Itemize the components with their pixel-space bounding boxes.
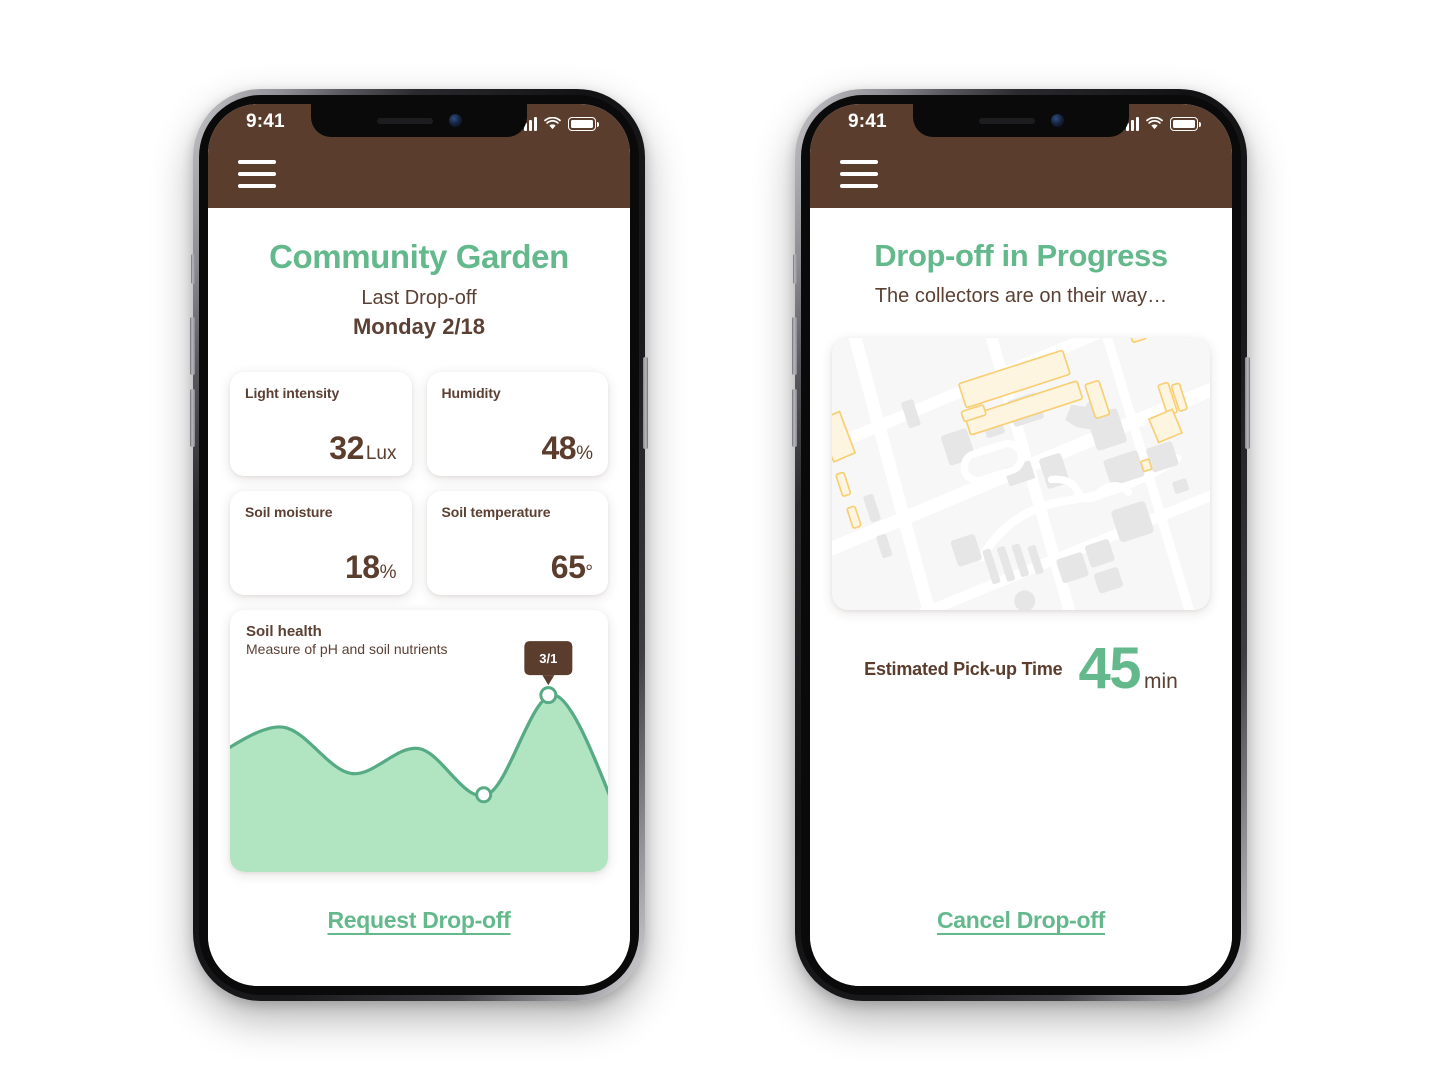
stat-unit: ° (585, 562, 593, 583)
chart-subtitle: Measure of pH and soil nutrients (246, 641, 448, 657)
page-title: Drop-off in Progress (874, 238, 1168, 273)
map-graphic (832, 338, 1210, 610)
phone-community-garden: 9:41 Community Garden Last Drop-off Mond… (190, 89, 648, 1001)
screen-content: Drop-off in Progress The collectors are … (810, 208, 1232, 986)
power-button[interactable] (643, 357, 648, 449)
stat-number: 18 (345, 549, 380, 585)
stat-unit: % (379, 562, 397, 583)
eta-number: 45 (1078, 636, 1141, 701)
volume-down-button[interactable] (190, 389, 195, 447)
last-dropoff-label: Last Drop-off (361, 287, 477, 309)
eta-value: 45 min (1078, 640, 1177, 698)
stat-number: 32 (329, 430, 364, 466)
stat-card-soil-moisture[interactable]: Soil moisture 18% (230, 491, 412, 595)
device-notch (311, 104, 527, 137)
stat-card-soil-temperature[interactable]: Soil temperature 65° (426, 491, 608, 595)
status-time: 9:41 (848, 111, 887, 132)
hamburger-menu-icon[interactable] (840, 160, 878, 188)
wifi-icon (1146, 117, 1163, 130)
chart-data-point-valley[interactable] (475, 786, 493, 804)
status-icons (519, 113, 599, 131)
power-button[interactable] (1245, 357, 1250, 449)
route-map[interactable] (832, 338, 1210, 610)
stat-number: 48 (541, 430, 577, 466)
stat-card-humidity[interactable]: Humidity 48% (426, 372, 608, 476)
status-icons (1121, 113, 1201, 131)
stat-label: Soil moisture (245, 504, 333, 520)
stat-label: Light intensity (245, 385, 340, 401)
screen-content: Community Garden Last Drop-off Monday 2/… (208, 208, 630, 986)
page-title: Community Garden (269, 238, 569, 275)
cta-area: Request Drop-off (230, 907, 608, 986)
stat-value: 65° (442, 549, 593, 585)
front-camera-icon (448, 114, 462, 127)
chart-title: Soil health (246, 623, 322, 640)
phone-screen: 9:41 Community Garden Last Drop-off Mond… (208, 104, 630, 986)
stat-unit: % (576, 443, 593, 464)
hamburger-menu-icon[interactable] (238, 160, 276, 188)
eta-row: Estimated Pick-up Time 45 min (832, 640, 1210, 698)
stat-value: 18% (245, 551, 397, 583)
stat-label: Humidity (441, 385, 501, 401)
phone-screen: 9:41 Drop-off in Progress The collectors… (810, 104, 1232, 986)
chart-data-point-peak[interactable] (539, 686, 558, 705)
soil-health-chart-card[interactable]: Soil health Measure of pH and soil nutri… (230, 610, 608, 872)
phone-dropoff-progress: 9:41 Drop-off in Progress The collectors… (792, 89, 1250, 1001)
eta-label: Estimated Pick-up Time (864, 658, 1063, 679)
stat-value: 32 Lux (245, 430, 397, 466)
battery-icon (568, 117, 599, 131)
stat-number: 65 (550, 549, 586, 585)
earpiece-speaker (376, 117, 433, 124)
volume-up-button[interactable] (792, 317, 797, 375)
device-notch (913, 104, 1129, 137)
chart-header: Soil health Measure of pH and soil nutri… (246, 623, 448, 657)
volume-down-button[interactable] (792, 389, 797, 447)
battery-icon (1170, 117, 1201, 131)
status-time: 9:41 (246, 111, 285, 132)
front-camera-icon (1050, 114, 1064, 127)
stat-unit: Lux (365, 443, 397, 464)
stat-label: Soil temperature (441, 504, 551, 520)
cta-area: Cancel Drop-off (832, 907, 1210, 986)
last-dropoff-date: Monday 2/18 (352, 314, 486, 339)
silent-switch-button[interactable] (793, 254, 797, 284)
cancel-dropoff-link[interactable]: Cancel Drop-off (937, 907, 1105, 934)
eta-unit: min (1144, 670, 1178, 693)
earpiece-speaker (978, 117, 1035, 124)
volume-up-button[interactable] (190, 317, 195, 375)
request-dropoff-link[interactable]: Request Drop-off (327, 907, 510, 934)
chart-tooltip: 3/1 (524, 641, 573, 686)
stat-value: 48% (442, 432, 594, 464)
chart-tooltip-label: 3/1 (539, 651, 557, 666)
phone-mockup-stage: 9:41 Community Garden Last Drop-off Mond… (0, 0, 1440, 1090)
stat-card-light-intensity[interactable]: Light intensity 32 Lux (230, 372, 412, 476)
sensor-stat-grid: Light intensity 32 Lux Humidity 48% Soil … (230, 372, 608, 595)
silent-switch-button[interactable] (191, 254, 195, 284)
wifi-icon (544, 117, 561, 130)
app-top-bar: 9:41 (208, 104, 630, 208)
app-top-bar: 9:41 (810, 104, 1232, 208)
status-message: The collectors are on their way… (874, 285, 1168, 307)
